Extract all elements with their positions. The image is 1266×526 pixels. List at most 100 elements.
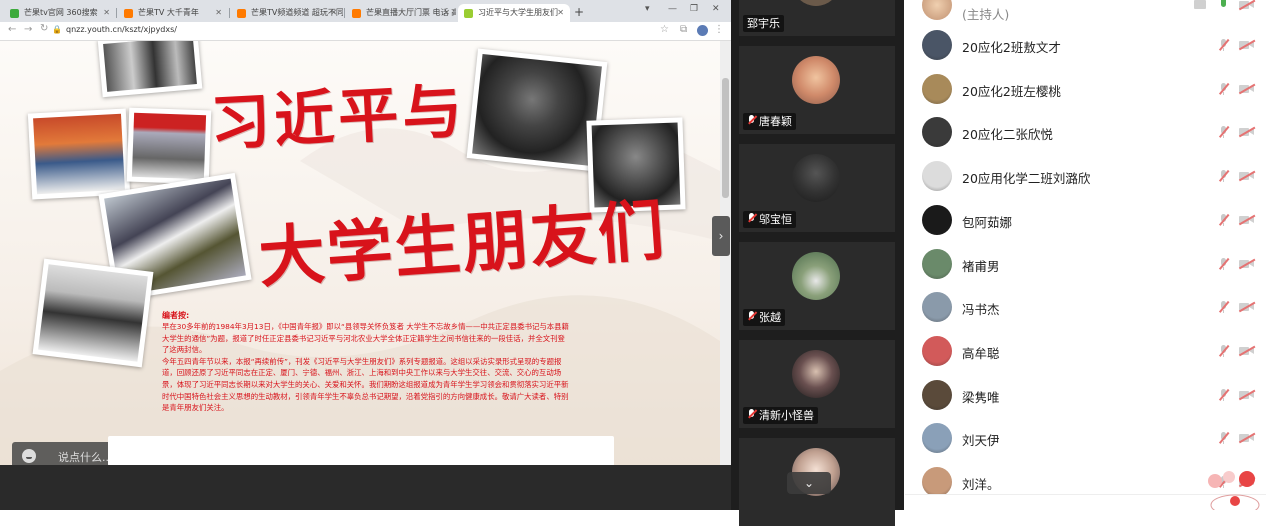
member-row[interactable]: 20应化2班左樱桃 (905, 68, 1266, 112)
tab-separator (344, 8, 345, 18)
member-name: 20应用化学二班刘潞欣 (962, 171, 1091, 187)
member-row[interactable]: 包阿茹娜 (905, 199, 1266, 243)
bookmark-star-icon[interactable]: ☆ (660, 24, 669, 35)
mic-muted-icon[interactable] (1216, 344, 1230, 358)
member-row[interactable]: 褚甫男 (905, 243, 1266, 287)
member-name: 高牟聪 (962, 345, 1000, 361)
tab-label: 芒果TV 大千青年 (138, 8, 199, 17)
collapse-panel-button[interactable]: › (712, 216, 730, 256)
avatar (922, 467, 952, 497)
mic-muted-icon[interactable] (1216, 388, 1230, 402)
browser-tab-3[interactable]: 芒果TV频道频道 超玩不同人 ✕ (231, 4, 343, 22)
mic-muted-icon (747, 115, 757, 126)
photo-lab-visit (32, 258, 154, 368)
participant-name: 张越 (743, 309, 785, 326)
address-bar: ← → ↻ 🔒 qnzz.youth.cn/kszt/xjpydxs/ ☆ ⧉ … (0, 22, 731, 41)
video-tile[interactable]: 张越 (739, 242, 895, 330)
camera-off-icon[interactable] (1238, 170, 1256, 181)
page-title-line1: 习近平与 (208, 76, 468, 160)
mic-muted-icon (747, 409, 757, 420)
maximize-icon[interactable]: ❐ (690, 4, 698, 14)
camera-off-icon[interactable] (1238, 258, 1256, 269)
back-icon[interactable]: ← (8, 24, 16, 35)
mic-muted-icon[interactable] (1216, 213, 1230, 227)
mic-muted-icon[interactable] (1216, 169, 1230, 183)
member-row[interactable]: 刘天伊 (905, 417, 1266, 461)
mic-muted-icon[interactable] (1216, 300, 1230, 314)
close-icon[interactable]: ✕ (330, 4, 337, 22)
avatar (922, 161, 952, 192)
mic-muted-icon[interactable] (1216, 257, 1230, 271)
avatar (922, 0, 952, 20)
member-name: 刘天伊 (962, 433, 1000, 449)
tab-favicon-icon (464, 9, 473, 18)
avatar (792, 56, 840, 104)
mic-on-icon (1221, 0, 1226, 7)
mic-muted-icon[interactable] (1216, 125, 1230, 139)
member-row[interactable]: 高牟聪 (905, 330, 1266, 374)
photo-young-portrait-1 (466, 48, 608, 172)
camera-off-icon[interactable] (1238, 39, 1256, 50)
scrollbar-thumb[interactable] (722, 78, 729, 198)
browser-tab-2[interactable]: 芒果TV 大千青年 ✕ (118, 4, 228, 22)
camera-off-icon[interactable] (1238, 126, 1256, 138)
avatar (922, 292, 952, 323)
video-tile[interactable]: 唐春颖 (739, 46, 895, 134)
window-close-icon[interactable]: ✕ (712, 4, 720, 14)
member-row[interactable]: 20应用化学二班刘潞欣 (905, 155, 1266, 199)
forward-icon[interactable]: → (24, 24, 32, 35)
mic-muted-icon[interactable] (1216, 82, 1230, 96)
avatar (792, 350, 840, 398)
close-icon[interactable]: ✕ (443, 4, 450, 22)
camera-off-icon[interactable] (1238, 301, 1256, 313)
reload-icon[interactable]: ↻ (40, 23, 48, 34)
browser-tab-1[interactable]: 芒果tv官网 360搜索 ✕ (4, 4, 116, 22)
video-tile[interactable]: 郅宇乐 (739, 0, 895, 36)
camera-off-icon[interactable] (1238, 214, 1256, 225)
tab-search-icon[interactable]: ▾ (645, 4, 650, 14)
tab-favicon-icon (237, 9, 246, 18)
article-card (108, 436, 614, 465)
extension-icon[interactable]: ⧉ (680, 24, 687, 35)
menu-icon[interactable]: ⋮ (714, 24, 724, 35)
participant-name: 唐春颖 (743, 113, 796, 130)
web-page: 习近平与 大学生朋友们 编者按: 早在30多年前的1984年3月13日，《中国青… (0, 41, 720, 465)
close-icon[interactable]: ✕ (215, 4, 222, 22)
minimize-icon[interactable]: — (668, 4, 677, 14)
video-tile[interactable]: 邬宝恒 (739, 144, 895, 232)
url-field[interactable]: qnzz.youth.cn/kszt/xjpydxs/ (66, 25, 177, 34)
member-row[interactable]: 梁隽唯 (905, 374, 1266, 418)
camera-off-icon[interactable] (1238, 432, 1256, 444)
member-row[interactable]: 冯书杰 (905, 286, 1266, 330)
participant-name: 清新小怪兽 (743, 407, 818, 424)
member-name: 20应化2班左樱桃 (962, 83, 1061, 99)
member-name: 包阿茹娜 (962, 214, 1013, 230)
avatar (922, 117, 952, 148)
like-hearts-icon[interactable] (1197, 465, 1266, 510)
mic-muted-icon[interactable] (1216, 38, 1230, 52)
photo-handshake (27, 108, 131, 200)
member-name: 20应化2班敖文才 (962, 40, 1061, 55)
scroll-down-button[interactable]: ⌄ (787, 472, 831, 494)
tab-separator (116, 8, 117, 18)
profile-avatar[interactable] (697, 25, 708, 36)
close-icon[interactable]: ✕ (557, 4, 564, 22)
editor-note: 早在30多年前的1984年3月13日，《中国青年报》即以“县领导关怀负笈者 大学… (162, 321, 572, 414)
tab-label: 习近平与大学生朋友们 (478, 8, 558, 17)
bottom-bar (0, 465, 731, 510)
mic-muted-icon[interactable] (1216, 431, 1230, 445)
emoji-icon[interactable] (22, 449, 36, 463)
member-row[interactable]: 20应化2班敖文才 (905, 24, 1266, 68)
video-tile[interactable]: 清新小怪兽 (739, 340, 895, 428)
browser-tab-active[interactable]: 习近平与大学生朋友们 ✕ (458, 4, 570, 22)
camera-off-icon[interactable] (1238, 345, 1256, 356)
tab-favicon-icon (10, 9, 19, 18)
member-row[interactable]: 20应化二张欣悦 (905, 111, 1266, 155)
camera-off-icon[interactable] (1238, 389, 1256, 400)
close-icon[interactable]: ✕ (103, 4, 110, 22)
new-tab-icon[interactable]: + (574, 4, 584, 20)
camera-off-icon[interactable] (1238, 83, 1256, 94)
lock-icon: 🔒 (52, 25, 62, 34)
camera-off-icon (1238, 0, 1256, 10)
browser-tab-4[interactable]: 芒果直播大厅门票 电话 高清线 ✕ (346, 4, 456, 22)
